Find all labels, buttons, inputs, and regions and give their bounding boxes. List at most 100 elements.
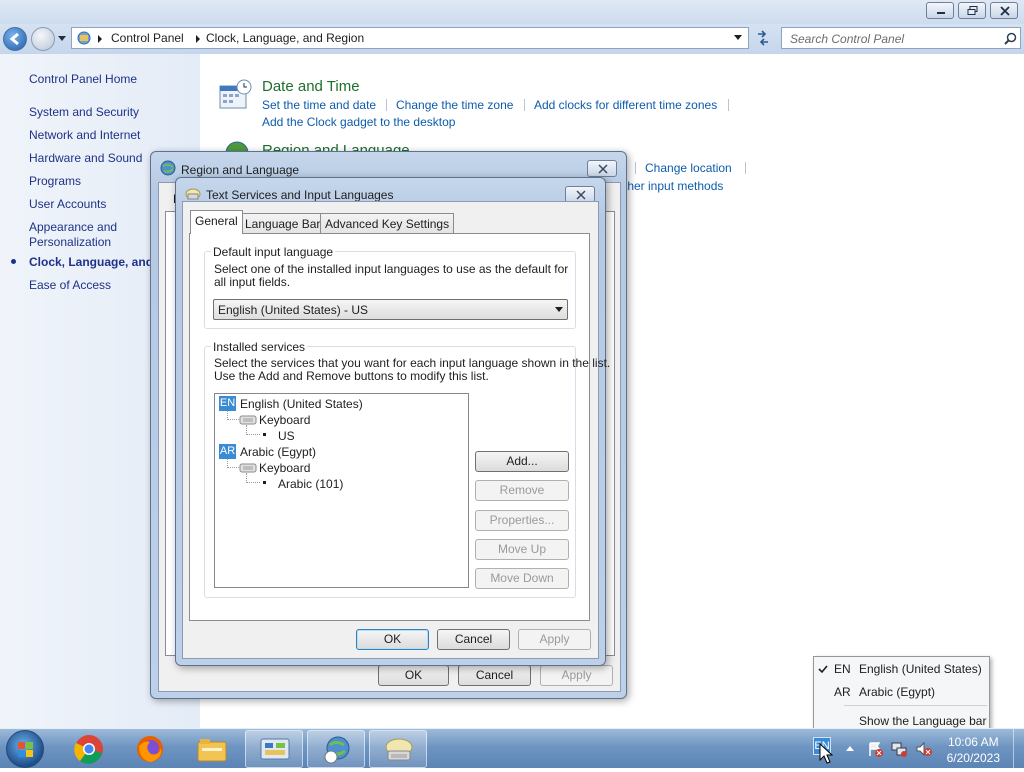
taskbar-explorer[interactable]: [183, 730, 241, 768]
close-button[interactable]: [990, 2, 1018, 19]
text-services-cancel-button[interactable]: Cancel: [437, 629, 510, 650]
nav-ease-of-access[interactable]: Ease of Access: [29, 278, 111, 293]
text-services-title: Text Services and Input Languages: [206, 188, 394, 202]
keyboard-icon: [239, 463, 257, 473]
add-clock-gadget-link[interactable]: Add the Clock gadget to the desktop: [262, 115, 455, 129]
date-time-title[interactable]: Date and Time: [262, 78, 360, 95]
firefox-icon: [137, 736, 163, 762]
add-button[interactable]: Add...: [475, 451, 569, 472]
globe-clock-icon: [324, 736, 350, 764]
taskbar-firefox[interactable]: [121, 730, 179, 768]
menu-code-ar: AR: [834, 685, 851, 699]
nav-programs[interactable]: Programs: [29, 174, 81, 189]
start-button[interactable]: [6, 730, 44, 768]
default-language-select[interactable]: English (United States) - US: [213, 299, 568, 320]
taskbar-control-panel[interactable]: [245, 730, 303, 768]
default-input-language-label: Default input language: [211, 245, 336, 259]
menu-name-arabic: Arabic (Egypt): [859, 685, 936, 699]
restore-icon: [967, 6, 978, 15]
control-panel-icon: [77, 31, 91, 45]
tree-node-keyboard-ar[interactable]: Keyboard: [259, 461, 310, 475]
date-time-icon: [219, 79, 252, 109]
search-input[interactable]: Search Control Panel: [781, 27, 1021, 49]
region-dialog-close-button[interactable]: [587, 160, 617, 177]
change-location-link[interactable]: Change location: [645, 161, 732, 175]
breadcrumb-clock-language-region[interactable]: Clock, Language, and Region: [206, 31, 364, 45]
breadcrumb-control-panel[interactable]: Control Panel: [111, 31, 184, 45]
forward-button[interactable]: [31, 27, 55, 51]
set-time-date-link[interactable]: Set the time and date: [262, 98, 376, 112]
tab-language-bar[interactable]: Language Bar: [240, 213, 326, 234]
add-clocks-link[interactable]: Add clocks for different time zones: [534, 98, 717, 112]
installed-services-tree[interactable]: EN English (United States) Keyboard US A…: [214, 393, 469, 588]
keyboard-globe-icon: [385, 738, 413, 761]
breadcrumb-arrow-icon[interactable]: [196, 35, 201, 43]
link-separator: [728, 99, 729, 111]
nav-network-internet[interactable]: Network and Internet: [29, 128, 140, 143]
nav-control-panel-home[interactable]: Control Panel Home: [29, 72, 137, 87]
change-time-zone-link[interactable]: Change the time zone: [396, 98, 513, 112]
show-hidden-icons-icon[interactable]: [846, 745, 855, 752]
folder-icon: [197, 739, 227, 762]
taskbar-region-language[interactable]: [307, 730, 365, 768]
minimize-button[interactable]: [926, 2, 954, 19]
nav-system-security[interactable]: System and Security: [29, 105, 139, 120]
nav-hardware-sound[interactable]: Hardware and Sound: [29, 151, 142, 166]
restore-button[interactable]: [958, 2, 986, 19]
menu-name-english: English (United States): [859, 662, 982, 676]
back-button[interactable]: [3, 27, 27, 51]
close-icon: [1000, 6, 1010, 16]
link-separator: [745, 162, 746, 174]
volume-muted-icon[interactable]: [915, 741, 933, 757]
tree-node-arabic[interactable]: Arabic (Egypt): [240, 445, 316, 459]
network-icon[interactable]: [891, 741, 907, 757]
control-panel-icon: [260, 738, 290, 760]
window-titlebar: [0, 0, 1024, 24]
region-dialog-title: Region and Language: [181, 163, 300, 177]
close-icon: [598, 164, 608, 174]
tree-node-keyboard-en[interactable]: Keyboard: [259, 413, 310, 427]
chrome-icon: [74, 735, 103, 764]
show-desktop-button[interactable]: [1013, 729, 1024, 768]
back-arrow-icon: [9, 32, 19, 46]
refresh-button[interactable]: [752, 28, 774, 48]
properties-button[interactable]: Properties...: [475, 510, 569, 531]
remove-button[interactable]: Remove: [475, 480, 569, 501]
tab-general[interactable]: General: [190, 210, 243, 234]
checkmark-icon: [818, 665, 828, 674]
other-input-methods-link[interactable]: ther input methods: [624, 179, 723, 193]
taskbar-chrome[interactable]: [60, 730, 118, 768]
move-up-button[interactable]: Move Up: [475, 539, 569, 560]
installed-services-label: Installed services: [211, 340, 308, 354]
clock-time: 10:06 AM: [947, 735, 999, 749]
action-center-icon[interactable]: [867, 741, 883, 757]
taskbar: EN 10:06 AM 6/20/2023: [0, 728, 1024, 768]
default-input-language-description: Select one of the installed input langua…: [214, 262, 569, 289]
nav-appearance-personalization[interactable]: Appearance and Personalization: [29, 220, 129, 250]
menu-separator: [844, 705, 987, 706]
taskbar-text-services[interactable]: [369, 730, 427, 768]
tree-node-arabic-101-layout[interactable]: Arabic (101): [278, 477, 343, 491]
address-bar[interactable]: Control Panel Clock, Language, and Regio…: [71, 27, 749, 49]
region-ok-button[interactable]: OK: [378, 665, 449, 686]
tree-node-english[interactable]: English (United States): [240, 397, 363, 411]
system-clock[interactable]: 10:06 AM 6/20/2023: [947, 734, 1000, 766]
close-icon: [576, 190, 586, 200]
search-icon[interactable]: [1004, 32, 1017, 45]
nav-clock-language-region[interactable]: Clock, Language, and R: [29, 255, 165, 270]
menu-item-english[interactable]: EN English (United States): [815, 658, 988, 680]
menu-code-en: EN: [834, 662, 851, 676]
address-dropdown-icon[interactable]: [734, 35, 743, 42]
tab-advanced-key-settings[interactable]: Advanced Key Settings: [320, 213, 455, 234]
tree-connector: [246, 473, 260, 483]
region-cancel-button[interactable]: Cancel: [458, 665, 531, 686]
menu-item-arabic[interactable]: AR Arabic (Egypt): [815, 681, 988, 703]
nav-user-accounts[interactable]: User Accounts: [29, 197, 106, 212]
region-apply-button[interactable]: Apply: [540, 665, 613, 686]
move-down-button[interactable]: Move Down: [475, 568, 569, 589]
text-services-apply-button[interactable]: Apply: [518, 629, 591, 650]
text-services-ok-button[interactable]: OK: [356, 629, 429, 650]
tree-node-us-layout[interactable]: US: [278, 429, 295, 443]
tree-connector: [246, 425, 260, 435]
recent-pages-dropdown-icon[interactable]: [57, 35, 67, 43]
